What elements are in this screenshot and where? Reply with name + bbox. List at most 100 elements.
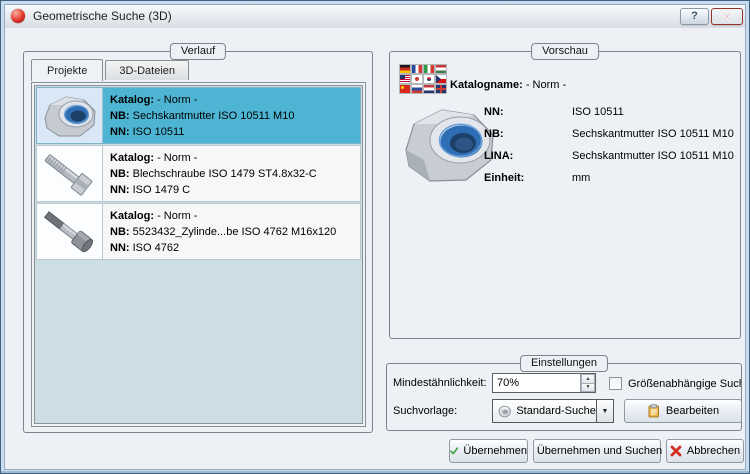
list-item-iso-1479[interactable]: Katalog: - Norm - NB: Blechschraube ISO … xyxy=(36,145,361,202)
katalogname-value: - Norm - xyxy=(525,79,567,91)
nb-label: NB: xyxy=(110,110,130,122)
flag-icon xyxy=(400,85,410,93)
close-button[interactable] xyxy=(711,7,743,25)
katalog-value: - Norm - xyxy=(157,152,198,164)
nn-label: NN: xyxy=(110,126,130,138)
history-list[interactable]: Katalog: - Norm - NB: Sechskantmutter IS… xyxy=(34,85,363,424)
flag-icon xyxy=(424,85,434,93)
flag-icon xyxy=(424,65,434,73)
katalog-label: Katalog: xyxy=(110,210,154,222)
size-dependent-label: Größenabhängige Suche xyxy=(628,378,741,390)
spin-buttons: ▲ ▼ xyxy=(580,374,595,392)
nb-value: Sechskantmutter ISO 10511 M10 xyxy=(132,110,295,122)
cancel-button-label: Abbrechen xyxy=(686,445,741,457)
apply-and-search-button-label: Übernehmen und Suchen xyxy=(536,445,663,457)
tab-projekte[interactable]: Projekte xyxy=(31,59,104,81)
field-label: Einheit: xyxy=(484,172,525,184)
edit-button[interactable]: Bearbeiten xyxy=(624,399,742,423)
dialog-window: Geometrische Suche (3D) ? Verlauf Projek… xyxy=(0,0,750,474)
verlauf-legend: Verlauf xyxy=(169,43,227,60)
flag-icon xyxy=(400,65,410,73)
window-title: Geometrische Suche (3D) xyxy=(33,9,172,23)
katalog-value: - Norm - xyxy=(157,210,198,222)
hex-screw-thumbnail xyxy=(37,146,103,201)
flag-icon xyxy=(436,65,446,73)
field-value: Sechskantmutter ISO 10511 M10 xyxy=(572,128,734,140)
list-item-text: Katalog: - Norm - NB: Sechskantmutter IS… xyxy=(103,88,301,143)
katalog-label: Katalog: xyxy=(110,152,154,164)
katalog-label: Katalog: xyxy=(110,94,154,106)
nn-label: NN: xyxy=(110,184,130,196)
field-value: ISO 10511 xyxy=(572,106,624,118)
flag-icon xyxy=(412,75,422,83)
verlauf-tabpane: Katalog: - Norm - NB: Sechskantmutter IS… xyxy=(31,82,366,427)
socket-screw-thumbnail xyxy=(37,204,103,259)
flag-icon xyxy=(400,75,410,83)
preview-field-row: Einheit: mm xyxy=(484,172,734,194)
spin-up-button[interactable]: ▲ xyxy=(581,374,595,384)
field-label: NN: xyxy=(484,106,504,118)
flag-icon xyxy=(412,85,422,93)
nb-value: Blechschraube ISO 1479 ST4.8x32-C xyxy=(132,168,317,180)
language-flags-icon xyxy=(400,65,446,93)
katalogname-row: Katalogname: - Norm - xyxy=(450,79,566,91)
nn-value: ISO 4762 xyxy=(132,242,180,254)
app-icon xyxy=(11,9,25,23)
cancel-button[interactable]: Abbrechen xyxy=(666,439,744,463)
preview-field-row: NN: ISO 10511 xyxy=(484,106,734,128)
vorschau-legend: Vorschau xyxy=(531,43,599,60)
list-item-iso-10511[interactable]: Katalog: - Norm - NB: Sechskantmutter IS… xyxy=(36,87,361,144)
nb-label: NB: xyxy=(110,168,130,180)
vorschau-group: Vorschau Katalogname: - Norm - NN: ISO 1… xyxy=(389,43,741,339)
help-button[interactable]: ? xyxy=(680,7,709,25)
min-similarity-label: Mindestähnlichkeit: xyxy=(393,377,487,389)
apply-and-search-button[interactable]: Übernehmen und Suchen xyxy=(533,439,663,463)
combo-arrow-button[interactable]: ▼ xyxy=(595,400,613,422)
title-buttons: ? xyxy=(680,7,743,25)
size-dependent-checkbox[interactable] xyxy=(609,377,622,390)
min-similarity-spinner: ▲ ▼ xyxy=(492,373,596,393)
nb-value: 5523432_Zylinde...be ISO 4762 M16x120 xyxy=(132,226,337,238)
help-icon: ? xyxy=(691,10,698,22)
preview-field-row: LINA: Sechskantmutter ISO 10511 M10 xyxy=(484,150,734,172)
titlebar[interactable]: Geometrische Suche (3D) ? xyxy=(5,4,745,28)
list-item-iso-4762[interactable]: Katalog: - Norm - NB: 5523432_Zylinde...… xyxy=(36,203,361,260)
search-template-select[interactable]: Standard-Suche ▼ xyxy=(492,399,614,423)
min-similarity-input[interactable] xyxy=(493,374,580,392)
apply-button-label: Übernehmen xyxy=(463,445,527,457)
nut-icon xyxy=(498,405,511,417)
katalog-value: - Norm - xyxy=(157,94,198,106)
nn-value: ISO 10511 xyxy=(132,126,185,138)
preview-fields: NN: ISO 10511 NB: Sechskantmutter ISO 10… xyxy=(484,106,734,194)
nn-value: ISO 1479 C xyxy=(132,184,191,196)
field-label: NB: xyxy=(484,128,504,140)
search-template-value: Standard-Suche xyxy=(516,405,596,417)
katalogname-label: Katalogname: xyxy=(450,79,523,91)
search-template-label: Suchvorlage: xyxy=(393,405,458,417)
list-item-text: Katalog: - Norm - NB: 5523432_Zylinde...… xyxy=(103,204,343,259)
flag-icon xyxy=(424,75,434,83)
einstellungen-group: Einstellungen Mindestähnlichkeit: ▲ ▼ Gr… xyxy=(386,355,742,431)
field-value: mm xyxy=(572,172,591,184)
check-icon xyxy=(450,447,459,455)
close-icon xyxy=(722,11,732,21)
edit-clipboard-icon xyxy=(648,404,659,418)
flag-icon xyxy=(412,65,422,73)
nn-label: NN: xyxy=(110,242,130,254)
nb-label: NB: xyxy=(110,226,130,238)
field-label: LINA: xyxy=(484,150,514,162)
cancel-x-icon xyxy=(670,445,682,457)
verlauf-group: Verlauf Projekte 3D-Dateien Katalog: - N… xyxy=(23,43,373,433)
flag-icon xyxy=(436,75,446,83)
apply-button[interactable]: Übernehmen xyxy=(449,439,528,463)
field-value: Sechskantmutter ISO 10511 M10 xyxy=(572,150,734,162)
tab-3d-dateien[interactable]: 3D-Dateien xyxy=(105,60,189,80)
preview-field-row: NB: Sechskantmutter ISO 10511 M10 xyxy=(484,128,734,150)
spin-down-button[interactable]: ▼ xyxy=(581,383,595,392)
locknut-thumbnail xyxy=(37,88,103,143)
edit-button-label: Bearbeiten xyxy=(665,405,720,417)
flag-icon xyxy=(436,85,446,93)
list-item-text: Katalog: - Norm - NB: Blechschraube ISO … xyxy=(103,146,324,201)
verlauf-tabs: Projekte 3D-Dateien xyxy=(31,59,191,81)
einstellungen-legend: Einstellungen xyxy=(519,355,609,372)
